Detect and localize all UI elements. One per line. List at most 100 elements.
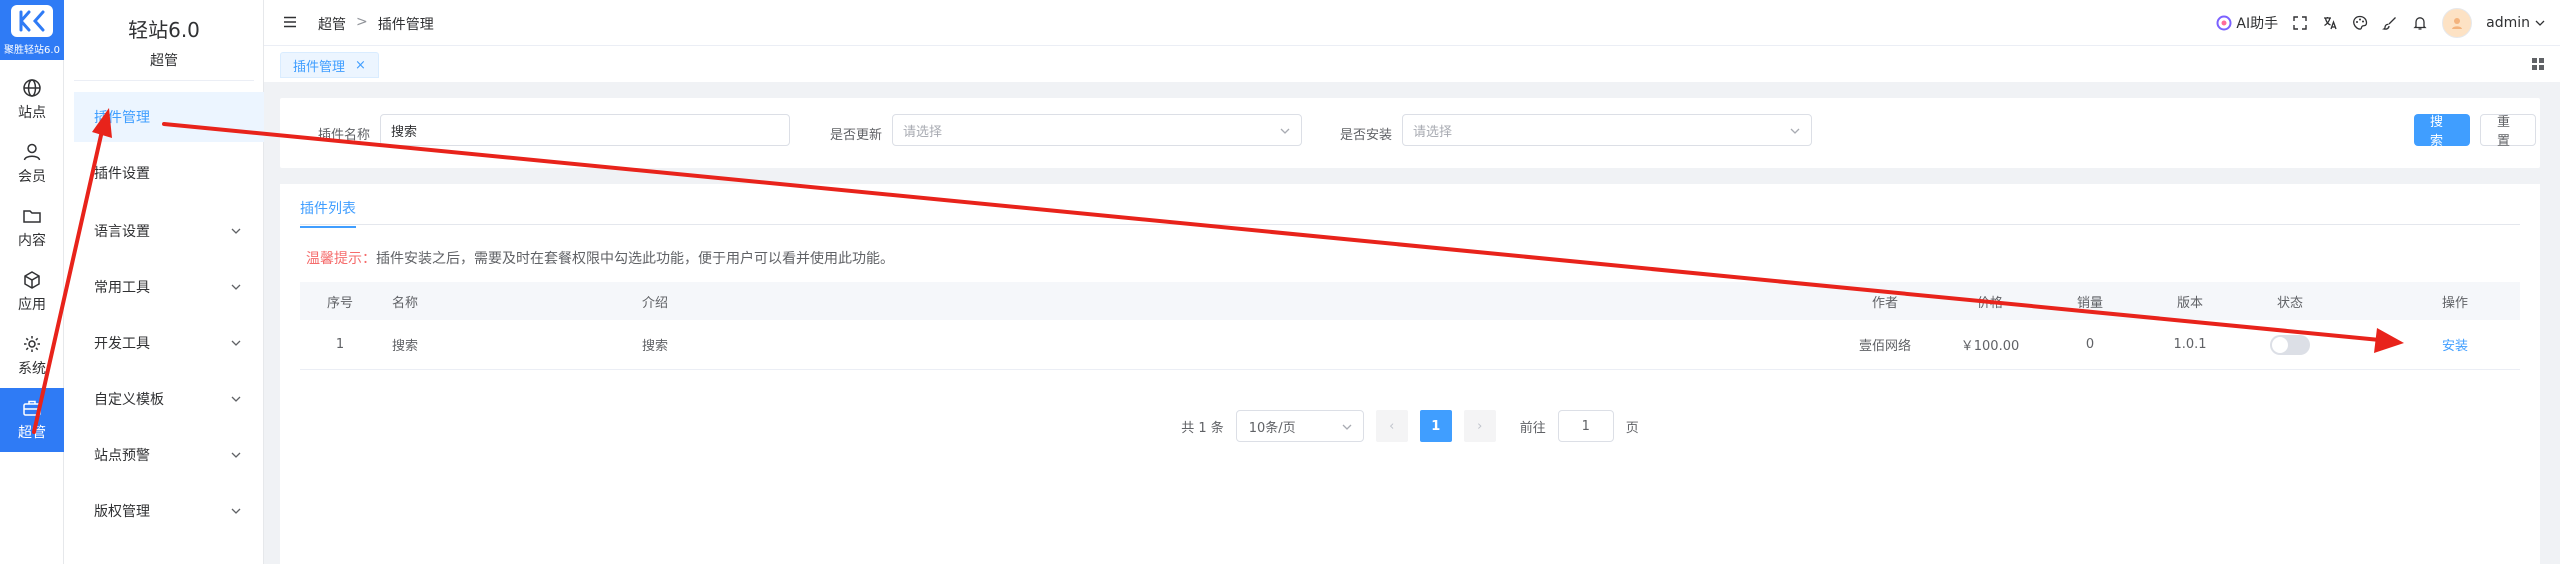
- header-tools: AI助手 admin: [2216, 8, 2546, 38]
- reset-button[interactable]: 重置: [2480, 114, 2536, 149]
- col-author: 作者: [1871, 295, 1898, 311]
- username[interactable]: admin: [2486, 15, 2530, 31]
- install-link[interactable]: 安装: [2442, 335, 2468, 354]
- sidebar-item-site-alert[interactable]: 站点预警: [74, 430, 264, 480]
- cell-price: ￥100.00: [1960, 339, 2020, 354]
- rail-item-label: 会员: [18, 169, 46, 185]
- filter-form: 插件名称 搜索 是否更新 请选择 是否安装 请选择 搜索 重置: [280, 98, 2540, 168]
- rail-item-member[interactable]: 会员: [0, 132, 64, 196]
- rail-item-label: 系统: [18, 361, 46, 377]
- brush-icon[interactable]: [2382, 15, 2398, 31]
- page-number-current[interactable]: 1: [1419, 410, 1452, 442]
- tip-prefix: 温馨提示：: [306, 251, 376, 267]
- plugin-name-label: 插件名称: [318, 128, 371, 143]
- table-row: 1 搜索 搜索 壹佰网络 ￥100.00 0 1.0.1 安装: [300, 320, 2520, 370]
- briefcase-icon: [23, 400, 41, 416]
- rail-item-content[interactable]: 内容: [0, 196, 64, 260]
- cell-name: 搜索: [392, 339, 419, 354]
- ai-icon: [2216, 15, 2232, 31]
- rail-item-site[interactable]: 站点: [0, 68, 64, 132]
- avatar[interactable]: [2442, 8, 2473, 38]
- breadcrumb: 超管 > 插件管理: [318, 14, 434, 34]
- breadcrumb-item[interactable]: 超管: [318, 14, 346, 34]
- hamburger-icon[interactable]: [282, 14, 298, 30]
- logo[interactable]: 聚胜轻站6.0: [0, 0, 64, 60]
- sidebar-item-label: 开发工具: [94, 336, 150, 352]
- pager-total: 共 1 条: [1181, 420, 1224, 436]
- page-size-select[interactable]: 10条/页: [1235, 410, 1364, 442]
- chevron-down-icon: [1280, 128, 1290, 134]
- sidebar-item-common-tools[interactable]: 常用工具: [74, 262, 264, 312]
- tip-text: 温馨提示：插件安装之后，需要及时在套餐权限中勾选此功能，便于用户可以看并使用此功…: [306, 248, 894, 268]
- cell-index: 1: [335, 337, 345, 352]
- chevron-down-icon: [231, 284, 241, 290]
- prev-page-button[interactable]: ‹: [1375, 410, 1408, 442]
- goto-page-input[interactable]: 1: [1557, 410, 1614, 442]
- sidebar-item-label: 语言设置: [94, 224, 150, 240]
- globe-icon: [23, 79, 41, 97]
- install-select[interactable]: 请选择: [1402, 114, 1812, 146]
- sidebar-item-label: 站点预警: [94, 448, 150, 464]
- update-select[interactable]: 请选择: [892, 114, 1302, 146]
- sidebar-item-label: 插件设置: [94, 166, 150, 182]
- sidebar-item-copyright[interactable]: 版权管理: [74, 486, 264, 536]
- status-switch[interactable]: [2270, 334, 2310, 355]
- logo-icon: [11, 4, 53, 37]
- user-icon: [23, 143, 41, 161]
- col-sales: 销量: [2076, 295, 2103, 311]
- col-status: 状态: [2276, 295, 2303, 311]
- plugin-list-card: 插件列表 温馨提示：插件安装之后，需要及时在套餐权限中勾选此功能，便于用户可以看…: [280, 184, 2540, 564]
- translate-icon[interactable]: [2322, 15, 2338, 31]
- tabs-bar: 插件管理 ×: [264, 46, 2560, 82]
- search-button[interactable]: 搜索: [2414, 114, 2470, 149]
- main-nav-rail: 聚胜轻站6.0 站点 会员 内容 应用 系统 超管: [0, 0, 64, 564]
- update-label: 是否更新: [830, 128, 883, 143]
- sidebar-item-label: 插件管理: [94, 110, 150, 126]
- chevron-down-icon: [231, 228, 241, 234]
- tab-divider: [300, 224, 2520, 225]
- chevron-down-icon: [231, 340, 241, 346]
- install-placeholder: 请选择: [1413, 124, 1453, 140]
- update-placeholder: 请选择: [903, 124, 943, 140]
- sidebar-item-label: 版权管理: [94, 504, 150, 520]
- sidebar-item-dev-tools[interactable]: 开发工具: [74, 318, 264, 368]
- chevron-down-icon: [1342, 424, 1352, 430]
- cell-intro: 搜索: [642, 339, 669, 354]
- cell-version: 1.0.1: [2173, 337, 2207, 352]
- col-price: 价格: [1976, 295, 2003, 311]
- plugin-table: 序号 名称 介绍 作者 价格 销量 版本 状态 操作 1 搜索 搜索 壹佰网络 …: [300, 282, 2520, 370]
- rail-item-label: 站点: [18, 105, 46, 121]
- sidebar-item-custom-template[interactable]: 自定义模板: [74, 374, 264, 424]
- sidebar-item-plugin-manage[interactable]: 插件管理: [74, 92, 264, 142]
- breadcrumb-item-current: 插件管理: [377, 17, 434, 33]
- breadcrumb-separator: >: [356, 14, 368, 30]
- install-label: 是否安装: [1340, 128, 1393, 143]
- sidebar-item-label: 自定义模板: [94, 392, 164, 408]
- col-intro: 介绍: [642, 295, 669, 311]
- next-page-button[interactable]: ›: [1463, 410, 1496, 442]
- goto-label: 前往: [1519, 420, 1546, 436]
- ai-assistant-button[interactable]: AI助手: [2216, 13, 2278, 33]
- col-index: 序号: [326, 295, 353, 311]
- rail-item-system[interactable]: 系统: [0, 324, 64, 388]
- tab-label: 插件管理: [293, 59, 346, 75]
- sidebar-item-plugin-settings[interactable]: 插件设置: [74, 148, 264, 198]
- gear-icon: [24, 336, 40, 352]
- cell-action: 安装: [2390, 320, 2520, 369]
- rail-item-apps[interactable]: 应用: [0, 260, 64, 324]
- sidebar-item-language[interactable]: 语言设置: [74, 206, 264, 256]
- rail-item-label: 超管: [18, 425, 46, 441]
- bell-icon[interactable]: [2412, 15, 2428, 31]
- grid-icon[interactable]: [2530, 56, 2546, 72]
- plugin-name-input[interactable]: 搜索: [380, 114, 790, 146]
- close-icon[interactable]: ×: [355, 58, 366, 73]
- chevron-down-icon[interactable]: [2534, 17, 2546, 29]
- sidebar-item-label: 常用工具: [94, 280, 150, 296]
- col-version: 版本: [2176, 295, 2203, 311]
- palette-icon[interactable]: [2352, 15, 2368, 31]
- sidebar-subtitle: 超管: [74, 50, 254, 81]
- tab-plugin-manage[interactable]: 插件管理 ×: [280, 52, 379, 78]
- rail-item-label: 内容: [18, 233, 46, 249]
- rail-item-superadmin[interactable]: 超管: [0, 388, 64, 452]
- fullscreen-icon[interactable]: [2292, 15, 2308, 31]
